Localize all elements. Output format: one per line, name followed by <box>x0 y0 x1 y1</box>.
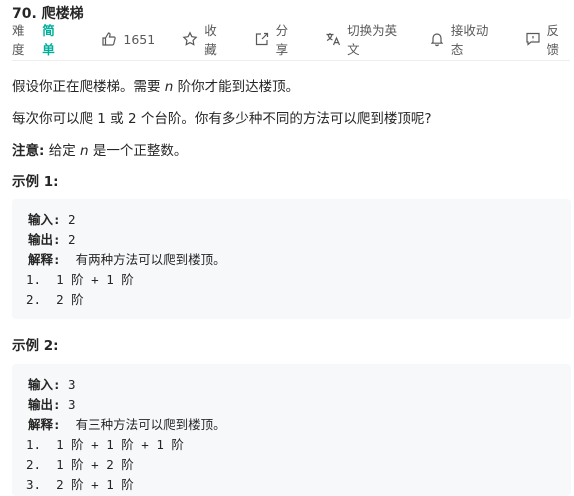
notifications-label: 接收动态 <box>450 23 489 57</box>
input-label: 输入: <box>28 212 61 227</box>
example-output-line: 输出: 3 <box>28 394 76 413</box>
problem-meta-bar: 难度 简单 1651 收藏 分享 切换为英文 接收动态 反馈 <box>12 23 570 57</box>
note-label: 注意: <box>12 143 45 159</box>
like-count: 1651 <box>123 31 156 47</box>
star-icon <box>182 31 198 47</box>
notifications-button[interactable]: 接收动态 <box>429 20 499 58</box>
like-button[interactable]: 1651 <box>101 31 155 47</box>
input-label: 输入: <box>28 377 61 392</box>
input-value: 3 <box>60 377 76 392</box>
example-step: 2. 2 阶 <box>26 292 84 307</box>
share-icon <box>254 31 270 47</box>
example-step: 2. 1 阶 + 2 阶 <box>26 457 134 472</box>
share-button[interactable]: 分享 <box>254 20 299 58</box>
description-paragraph-2: 每次你可以爬 1 或 2 个台阶。你有多少种不同的方法可以爬到楼顶呢? <box>12 111 432 127</box>
feedback-button[interactable]: 反馈 <box>525 20 570 58</box>
input-value: 2 <box>60 212 76 227</box>
description-paragraph-1: 假设你正在爬楼梯。需要 n 阶你才能到达楼顶。 <box>12 75 299 95</box>
example-step: 3. 2 阶 + 1 阶 <box>26 477 134 492</box>
share-label: 分享 <box>275 23 289 57</box>
example-2-codebox: 输入: 3 输出: 3 解释: 有三种方法可以爬到楼顶。 1. 1 阶 + 1 … <box>12 364 571 496</box>
example-input-line: 输入: 2 <box>28 209 76 228</box>
translate-icon <box>325 31 341 47</box>
example-1-codebox: 输入: 2 输出: 2 解释: 有两种方法可以爬到楼顶。 1. 1 阶 + 1 … <box>12 199 571 319</box>
favorite-button[interactable]: 收藏 <box>182 20 227 58</box>
output-label: 输出: <box>28 232 61 247</box>
example-step: 1. 1 阶 + 1 阶 + 1 阶 <box>26 437 184 452</box>
feedback-label: 反馈 <box>546 23 560 57</box>
example-input-line: 输入: 3 <box>28 374 76 393</box>
difficulty-label: 难度 <box>12 23 25 57</box>
difficulty-value: 简单 <box>42 23 55 57</box>
example-step: 1. 1 阶 + 1 阶 <box>26 272 134 287</box>
note-text: 给定 <box>44 143 80 159</box>
example-output-line: 输出: 2 <box>28 229 76 248</box>
variable-n: n <box>80 143 89 159</box>
example-2-title: 示例 2: <box>12 338 59 354</box>
note-paragraph: 注意: 给定 n 是一个正整数。 <box>12 139 187 159</box>
explain-value: 有三种方法可以爬到楼顶。 <box>60 417 226 432</box>
example-explain-line: 解释: 有两种方法可以爬到楼顶。 <box>28 249 226 268</box>
output-label: 输出: <box>28 397 61 412</box>
explain-label: 解释: <box>28 252 61 267</box>
switch-language-label: 切换为英文 <box>347 23 398 57</box>
description-text: 假设你正在爬楼梯。需要 <box>12 79 165 95</box>
note-text: 是一个正整数。 <box>88 143 188 159</box>
example-explain-line: 解释: 有三种方法可以爬到楼顶。 <box>28 414 226 433</box>
switch-language-button[interactable]: 切换为英文 <box>325 20 407 58</box>
description-text: 阶你才能到达楼顶。 <box>173 79 300 95</box>
explain-label: 解释: <box>28 417 61 432</box>
thumbs-up-icon <box>101 31 117 47</box>
bell-icon <box>429 31 445 47</box>
example-1-title: 示例 1: <box>12 174 59 190</box>
divider <box>12 60 570 61</box>
feedback-icon <box>525 31 541 47</box>
favorite-label: 收藏 <box>204 23 217 57</box>
explain-value: 有两种方法可以爬到楼顶。 <box>60 252 226 267</box>
output-value: 3 <box>60 397 76 412</box>
output-value: 2 <box>60 232 76 247</box>
